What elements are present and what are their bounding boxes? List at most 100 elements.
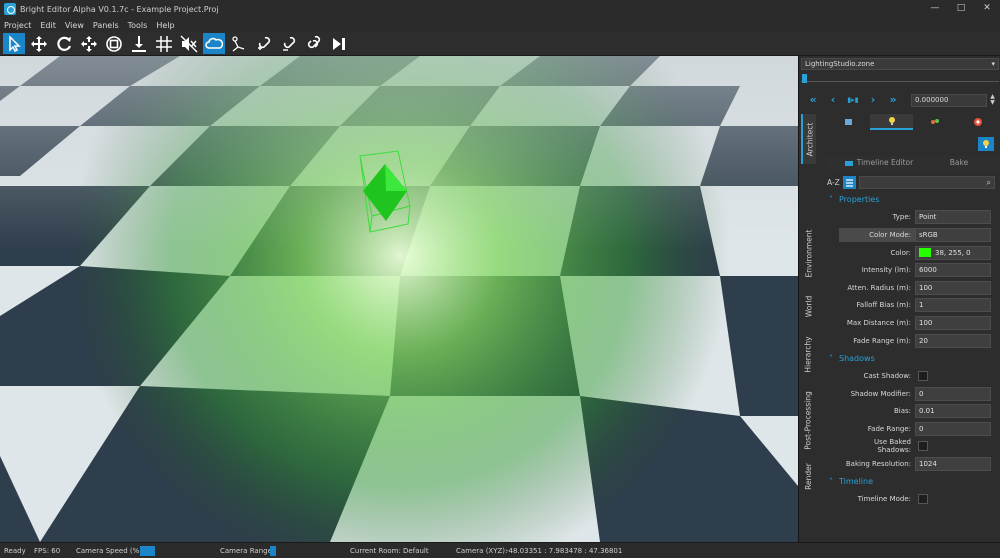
cast-shadow-checkbox[interactable] bbox=[918, 371, 928, 381]
fade-range-field[interactable]: 20 bbox=[915, 333, 991, 348]
intensity-field[interactable]: 6000 bbox=[915, 262, 991, 277]
chevron-up-icon: ˄ bbox=[829, 477, 833, 486]
tab-bake[interactable]: Bake bbox=[919, 156, 999, 170]
play-step-button[interactable] bbox=[328, 33, 350, 54]
link-edit-icon bbox=[283, 36, 296, 51]
fast-forward-button[interactable]: » bbox=[883, 93, 903, 107]
vtab-world[interactable]: World bbox=[801, 288, 816, 324]
rewind-button[interactable]: « bbox=[803, 93, 823, 107]
color-field[interactable]: 38, 255, 0 bbox=[915, 245, 991, 260]
lightbulb-icon bbox=[983, 140, 989, 148]
camera-speed-label: Camera Speed (%): bbox=[76, 547, 145, 555]
vtab-hierarchy[interactable]: Hierarchy bbox=[801, 328, 816, 380]
list-icon bbox=[846, 178, 853, 187]
menu-help[interactable]: Help bbox=[156, 21, 174, 30]
timeline-mode-checkbox[interactable] bbox=[918, 494, 928, 504]
property-search-row: A-Z ⌕ bbox=[827, 175, 995, 190]
zone-name: LightingStudio.zone bbox=[805, 60, 875, 68]
playback-controls: « ‹ ▮▸▮ › » bbox=[803, 93, 903, 107]
camera-range-slider[interactable] bbox=[270, 546, 276, 556]
select-tool-button[interactable] bbox=[3, 33, 25, 54]
prop-bias: Bias: 0.01 bbox=[839, 403, 995, 418]
shadow-fade-range-field[interactable]: 0 bbox=[915, 421, 991, 436]
maximize-button[interactable]: □ bbox=[948, 0, 974, 18]
atten-radius-field[interactable]: 100 bbox=[915, 280, 991, 295]
category-tabs bbox=[827, 114, 999, 130]
tab-timeline-editor[interactable]: Timeline Editor bbox=[827, 156, 919, 170]
time-spinner[interactable]: ▲ ▼ bbox=[988, 94, 997, 107]
vtab-environment[interactable]: Environment bbox=[801, 222, 816, 284]
link-button[interactable] bbox=[303, 33, 325, 54]
tab-mesh[interactable] bbox=[827, 114, 870, 130]
light-type-button[interactable] bbox=[978, 137, 994, 151]
color-mode-field[interactable]: sRGB bbox=[915, 227, 991, 242]
color-swatch[interactable] bbox=[919, 247, 931, 257]
drop-to-floor-button[interactable] bbox=[128, 33, 150, 54]
link-add-button[interactable] bbox=[253, 33, 275, 54]
mute-audio-button[interactable] bbox=[178, 33, 200, 54]
link-edit-button[interactable] bbox=[278, 33, 300, 54]
shadow-modifier-field[interactable]: 0 bbox=[915, 386, 991, 401]
target-tool-button[interactable] bbox=[103, 33, 125, 54]
search-input[interactable]: ⌕ bbox=[859, 176, 995, 189]
tab-audio[interactable] bbox=[956, 114, 999, 130]
step-back-button[interactable]: ‹ bbox=[823, 93, 843, 107]
tab-effects[interactable] bbox=[913, 114, 956, 130]
link-add-icon bbox=[258, 36, 271, 50]
prop-fade-range: Fade Range (m): 20 bbox=[839, 333, 995, 348]
falloff-bias-field[interactable]: 1 bbox=[915, 297, 991, 312]
vtab-architect[interactable]: Architect bbox=[801, 114, 816, 164]
sort-az-label[interactable]: A-Z bbox=[827, 178, 843, 187]
move-tool-button[interactable] bbox=[28, 33, 50, 54]
cloud-button[interactable] bbox=[203, 33, 225, 54]
zone-dropdown[interactable]: LightingStudio.zone ▾ bbox=[801, 58, 999, 70]
prop-use-baked-shadows: Use Baked Shadows: bbox=[839, 438, 995, 454]
mute-audio-icon bbox=[180, 35, 198, 52]
menu-project[interactable]: Project bbox=[4, 21, 31, 30]
close-button[interactable]: ✕ bbox=[974, 0, 1000, 18]
max-distance-field[interactable]: 100 bbox=[915, 315, 991, 330]
menu-panels[interactable]: Panels bbox=[93, 21, 119, 30]
lightbulb-icon bbox=[888, 117, 895, 125]
section-shadows[interactable]: ˄ Shadows bbox=[829, 354, 875, 363]
move-tool-icon bbox=[31, 35, 47, 52]
baking-resolution-field[interactable]: 1024 bbox=[915, 456, 991, 471]
type-field[interactable]: Point bbox=[915, 209, 991, 224]
bias-field[interactable]: 0.01 bbox=[915, 403, 991, 418]
timeline-icon bbox=[844, 160, 853, 166]
minimize-button[interactable]: — bbox=[922, 0, 948, 18]
scene-viewport[interactable] bbox=[0, 56, 798, 542]
scrubber-handle[interactable] bbox=[802, 74, 807, 83]
section-timeline[interactable]: ˄ Timeline bbox=[829, 477, 873, 486]
chevron-up-icon: ˄ bbox=[829, 354, 833, 363]
category-sort-button[interactable] bbox=[843, 176, 856, 189]
grid-snap-button[interactable] bbox=[153, 33, 175, 54]
scale-tool-button[interactable] bbox=[78, 33, 100, 54]
prop-color-mode: Color Mode: sRGB bbox=[839, 227, 995, 242]
prop-shadow-fade-range: Fade Range: 0 bbox=[839, 421, 995, 436]
section-properties[interactable]: ˄ Properties bbox=[829, 195, 879, 204]
camera-coords-label: Camera (XYZ): bbox=[456, 547, 508, 555]
drop-to-floor-icon bbox=[132, 35, 146, 52]
menu-bar: Project Edit View Panels Tools Help bbox=[0, 18, 1000, 32]
title-bar: Bright Editor Alpha V0.1.7c - Example Pr… bbox=[0, 0, 1000, 18]
pen-path-button[interactable] bbox=[228, 33, 250, 54]
tab-lights[interactable] bbox=[870, 114, 913, 130]
time-input[interactable]: 0.000000 bbox=[911, 94, 987, 107]
pause-button[interactable]: ▮▸▮ bbox=[843, 93, 863, 107]
rotate-tool-button[interactable] bbox=[53, 33, 75, 54]
cube-icon bbox=[844, 119, 852, 125]
timeline-scrubber[interactable] bbox=[801, 74, 999, 83]
prop-falloff-bias: Falloff Bias (m): 1 bbox=[839, 297, 995, 312]
link-icon bbox=[307, 35, 321, 48]
menu-edit[interactable]: Edit bbox=[40, 21, 56, 30]
camera-speed-slider[interactable] bbox=[140, 546, 155, 556]
use-baked-shadows-checkbox[interactable] bbox=[918, 441, 928, 451]
step-forward-button[interactable]: › bbox=[863, 93, 883, 107]
vtab-post-processing[interactable]: Post-Processing bbox=[801, 382, 816, 458]
menu-view[interactable]: View bbox=[65, 21, 84, 30]
menu-tools[interactable]: Tools bbox=[128, 21, 148, 30]
vtab-render[interactable]: Render bbox=[801, 458, 816, 494]
chevron-up-icon: ˄ bbox=[829, 195, 833, 204]
rotate-tool-icon bbox=[57, 36, 72, 51]
